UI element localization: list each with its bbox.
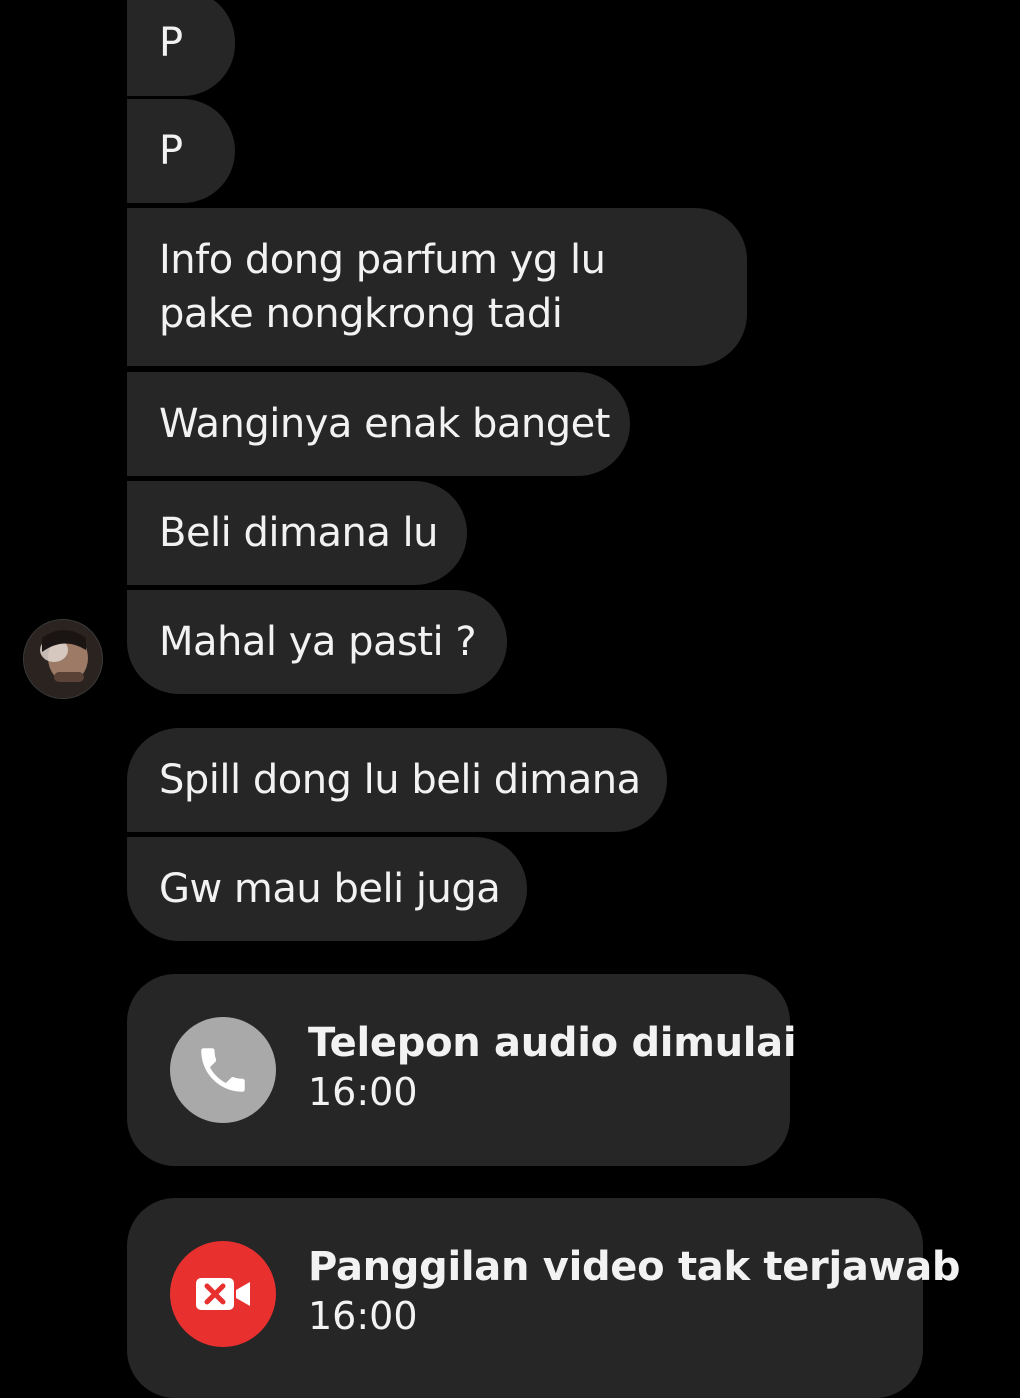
message-text: P (159, 128, 183, 174)
message-bubble-3[interactable]: Info dong parfum yg lu pake nongkrong ta… (127, 208, 747, 366)
message-text: Beli dimana lu (159, 510, 439, 556)
call-time: 16:00 (308, 1070, 418, 1114)
call-title: Telepon audio dimulai (308, 1020, 797, 1066)
missed-video-icon (170, 1241, 276, 1347)
contact-avatar[interactable] (23, 619, 103, 699)
message-bubble-6[interactable]: Mahal ya pasti ? (127, 590, 507, 694)
message-bubble-7[interactable]: Spill dong lu beli dimana (127, 728, 667, 832)
message-text: Info dong parfum yg lu pake nongkrong ta… (159, 237, 606, 337)
call-card-missed-video[interactable]: Panggilan video tak terjawab 16:00 (127, 1198, 961, 1398)
call-time: 16:00 (308, 1294, 418, 1338)
message-text: Gw mau beli juga (159, 866, 501, 912)
message-bubble-5[interactable]: Beli dimana lu (127, 481, 467, 585)
message-text: Wanginya enak banget (159, 401, 610, 447)
message-bubble-1[interactable]: P (127, 0, 235, 96)
avatar-photo-icon (24, 620, 102, 698)
message-bubble-2[interactable]: P (127, 99, 235, 203)
message-text: Spill dong lu beli dimana (159, 757, 641, 803)
call-title: Panggilan video tak terjawab (308, 1244, 961, 1290)
message-text: P (159, 20, 183, 66)
call-card-audio[interactable]: Telepon audio dimulai 16:00 (127, 974, 797, 1166)
message-bubble-4[interactable]: Wanginya enak banget (127, 372, 630, 476)
message-bubble-8[interactable]: Gw mau beli juga (127, 837, 527, 941)
message-text: Mahal ya pasti ? (159, 619, 477, 665)
phone-icon (170, 1017, 276, 1123)
